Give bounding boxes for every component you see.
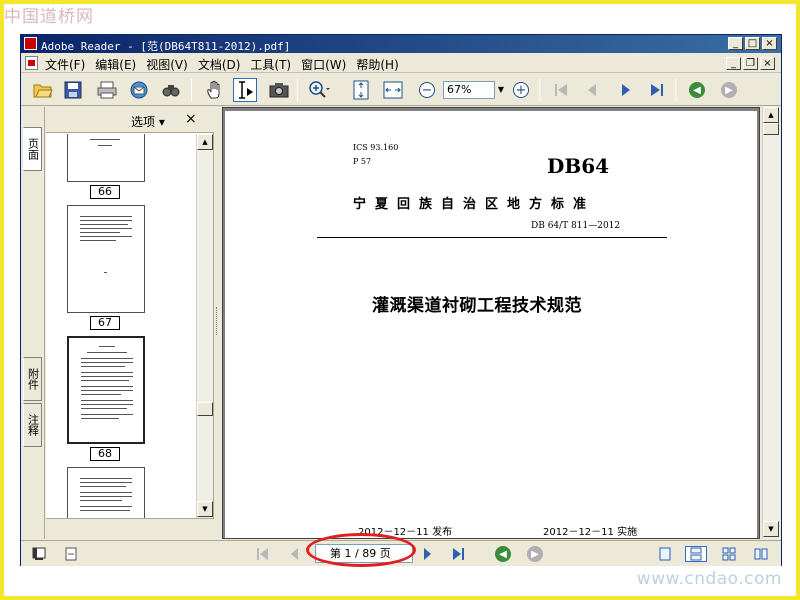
menu-window[interactable]: 窗口(W) — [301, 56, 346, 73]
pages-panel: 选项 ▾ × 66 67 68 ▲ ▼ — [46, 107, 214, 539]
watermark-top: 中国道桥网 — [4, 7, 94, 27]
select-text-icon[interactable] — [233, 78, 257, 102]
menu-bar: 文件(F) 编辑(E) 视图(V) 文档(D) 工具(T) 窗口(W) 帮助(H… — [21, 53, 781, 73]
menu-tools[interactable]: 工具(T) — [250, 56, 291, 73]
title-bar[interactable]: Adobe Reader - [范(DB64T811-2012).pdf] _ … — [21, 35, 781, 53]
window-controls: _ □ × — [728, 37, 777, 50]
document-view[interactable]: ICS 93.160 P 57 DB64 宁夏回族自治区地方标准 DB 64/T… — [222, 107, 760, 539]
thumbnail-scrollbar[interactable]: ▲ ▼ — [196, 134, 213, 518]
first-page-icon[interactable] — [549, 78, 573, 102]
fit-page-icon[interactable] — [349, 78, 373, 102]
single-page-view-icon[interactable] — [657, 546, 673, 562]
toolbar-separator — [539, 79, 540, 101]
doc-minimize-button[interactable]: _ — [726, 57, 741, 70]
standard-number: DB 64/T 811—2012 — [531, 221, 621, 231]
issuing-organization: 宁夏回族自治区地方标准 — [353, 197, 596, 212]
document-window-controls: _ ❐ × — [726, 57, 775, 70]
hand-tool-icon[interactable] — [203, 78, 227, 102]
page-thumbnail[interactable] — [67, 467, 145, 518]
zoom-in-icon[interactable]: + — [509, 78, 533, 102]
toolbar-separator — [191, 79, 192, 101]
status-last-page-icon[interactable] — [451, 546, 467, 562]
adobe-reader-icon — [24, 37, 37, 50]
page-layout-icon[interactable] — [63, 546, 79, 562]
thumbnail-page-number: 67 — [90, 316, 120, 330]
go-forward-icon[interactable]: ▶ — [717, 78, 741, 102]
menu-document[interactable]: 文档(D) — [198, 56, 241, 73]
watermark-bottom: www.cndao.com — [636, 569, 782, 589]
menu-edit[interactable]: 编辑(E) — [95, 56, 136, 73]
page-thumbnail-selected[interactable] — [67, 336, 145, 444]
page-thumbnail[interactable] — [67, 205, 145, 313]
minimize-button[interactable]: _ — [728, 37, 743, 50]
document-scrollbar[interactable]: ▲ ▼ — [762, 107, 780, 539]
scrollbar-thumb[interactable] — [197, 402, 213, 416]
ics-code: ICS 93.160 — [353, 143, 399, 152]
previous-page-icon[interactable] — [581, 78, 605, 102]
zoom-out-icon[interactable]: − — [415, 78, 439, 102]
status-first-page-icon[interactable] — [255, 546, 271, 562]
status-go-back-icon[interactable]: ◀ — [495, 546, 511, 562]
adobe-reader-window: Adobe Reader - [范(DB64T811-2012).pdf] _ … — [20, 34, 782, 566]
zoom-level-input[interactable]: 67% — [443, 81, 495, 99]
panel-splitter[interactable] — [214, 107, 222, 539]
menu-view[interactable]: 视图(V) — [146, 56, 188, 73]
menu-items: 文件(F) 编辑(E) 视图(V) 文档(D) 工具(T) 窗口(W) 帮助(H… — [45, 56, 409, 73]
zoom-in-tool-icon[interactable] — [307, 78, 331, 102]
pdf-document-icon[interactable] — [25, 56, 38, 70]
status-previous-page-icon[interactable] — [287, 546, 303, 562]
navigation-pane-icon[interactable] — [31, 546, 47, 562]
search-icon[interactable] — [159, 78, 183, 102]
panel-footer — [46, 518, 214, 539]
thumbnail-page-number: 66 — [90, 185, 120, 199]
standard-code: DB64 — [547, 154, 610, 178]
toolbar: − 67% ▼ + ◀ ▶ — [21, 74, 781, 106]
window-title: Adobe Reader - [范(DB64T811-2012).pdf] — [41, 40, 291, 53]
menu-file[interactable]: 文件(F) — [45, 56, 85, 73]
classification-code: P 57 — [353, 157, 372, 166]
last-page-icon[interactable] — [645, 78, 669, 102]
pdf-page: ICS 93.160 P 57 DB64 宁夏回族自治区地方标准 DB 64/T… — [225, 111, 757, 538]
toolbar-separator — [297, 79, 298, 101]
pages-panel-header: 选项 ▾ × — [46, 107, 214, 133]
effective-date: 2012－12－11 实施 — [543, 527, 638, 538]
options-menu[interactable]: 选项 ▾ — [131, 113, 165, 130]
email-icon[interactable] — [127, 78, 151, 102]
continuous-view-icon[interactable] — [685, 546, 707, 562]
scroll-down-icon[interactable]: ▼ — [763, 521, 779, 537]
navigation-tabs: 页面 附件 注释 — [21, 107, 45, 539]
scroll-up-icon[interactable]: ▲ — [197, 134, 213, 150]
doc-close-button[interactable]: × — [760, 57, 775, 70]
save-icon[interactable] — [61, 78, 85, 102]
print-icon[interactable] — [95, 78, 119, 102]
menu-help[interactable]: 帮助(H) — [356, 56, 398, 73]
document-title: 灌溉渠道衬砌工程技术规范 — [372, 296, 582, 316]
scroll-down-icon[interactable]: ▼ — [197, 501, 213, 517]
tab-pages[interactable]: 页面 — [23, 127, 42, 171]
status-next-page-icon[interactable] — [419, 546, 435, 562]
page-number-highlight-annotation — [306, 533, 416, 567]
snapshot-icon[interactable] — [267, 78, 291, 102]
status-go-forward-icon[interactable]: ▶ — [527, 546, 543, 562]
close-button[interactable]: × — [762, 37, 777, 50]
thumbnail-page-number: 68 — [90, 447, 120, 461]
continuous-facing-view-icon[interactable] — [753, 546, 769, 562]
open-icon[interactable] — [31, 78, 55, 102]
tab-comments[interactable]: 注释 — [23, 403, 42, 447]
facing-view-icon[interactable] — [721, 546, 737, 562]
close-panel-icon[interactable]: × — [185, 111, 197, 127]
zoom-dropdown-icon[interactable]: ▼ — [495, 81, 507, 99]
fit-width-icon[interactable] — [381, 78, 405, 102]
go-back-icon[interactable]: ◀ — [685, 78, 709, 102]
toolbar-separator — [675, 79, 676, 101]
doc-restore-button[interactable]: ❐ — [743, 57, 758, 70]
scrollbar-thumb[interactable] — [763, 123, 779, 135]
page-thumbnail[interactable] — [67, 134, 145, 182]
next-page-icon[interactable] — [613, 78, 637, 102]
tab-attachments[interactable]: 附件 — [23, 357, 42, 401]
header-rule — [317, 237, 667, 238]
maximize-button[interactable]: □ — [745, 37, 760, 50]
scroll-up-icon[interactable]: ▲ — [763, 107, 779, 123]
thumbnail-list: 66 67 68 — [46, 134, 196, 518]
